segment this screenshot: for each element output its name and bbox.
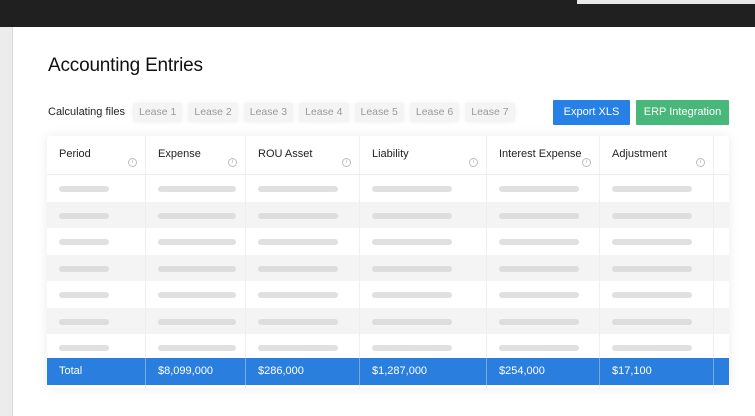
skeleton-placeholder xyxy=(258,292,338,298)
skeleton-placeholder xyxy=(59,212,109,219)
table-row xyxy=(47,307,729,334)
table-row xyxy=(47,281,729,307)
table-row xyxy=(47,201,729,228)
skeleton-placeholder xyxy=(372,186,452,192)
column-header-rou-asset[interactable]: ROU Asset i xyxy=(246,136,360,174)
table-row xyxy=(47,175,729,201)
column-divider xyxy=(359,136,360,388)
skeleton-placeholder xyxy=(158,345,236,351)
tab-lease-5[interactable]: Lease 5 xyxy=(354,103,404,122)
skeleton-placeholder xyxy=(499,186,579,192)
skeleton-placeholder xyxy=(499,265,579,272)
info-icon[interactable]: i xyxy=(696,158,705,167)
calculating-files-label: Calculating files xyxy=(48,106,126,118)
tab-lease-6[interactable]: Lease 6 xyxy=(409,103,460,122)
column-header-liability[interactable]: Liability i xyxy=(360,136,487,174)
skeleton-placeholder xyxy=(59,265,109,272)
accounting-entries-table: Period i Expense i ROU Asset i Liability… xyxy=(47,136,729,388)
skeleton-placeholder xyxy=(59,345,109,351)
total-row: Total $8,099,000 $286,000 $1,287,000 $25… xyxy=(47,358,729,385)
skeleton-placeholder xyxy=(499,212,579,219)
skeleton-placeholder xyxy=(612,239,692,245)
skeleton-placeholder xyxy=(372,292,452,298)
skeleton-placeholder xyxy=(158,239,236,245)
skeleton-placeholder xyxy=(372,212,452,219)
tab-lease-3[interactable]: Lease 3 xyxy=(243,103,294,122)
skeleton-placeholder xyxy=(59,186,109,192)
table-header: Period i Expense i ROU Asset i Liability… xyxy=(47,136,729,175)
page-title: Accounting Entries xyxy=(48,55,203,76)
top-bar xyxy=(0,0,755,27)
skeleton-placeholder xyxy=(612,265,692,272)
column-divider xyxy=(713,136,714,388)
skeleton-placeholder xyxy=(612,186,692,192)
skeleton-placeholder xyxy=(612,318,692,325)
skeleton-placeholder xyxy=(158,318,236,325)
skeleton-placeholder xyxy=(258,345,338,351)
skeleton-placeholder xyxy=(59,239,109,245)
skeleton-placeholder xyxy=(372,345,452,351)
tab-lease-4[interactable]: Lease 4 xyxy=(299,103,349,122)
info-icon[interactable]: i xyxy=(469,158,478,167)
total-adjustment-cell: $17,100 xyxy=(600,358,714,385)
top-bar-highlight xyxy=(577,0,755,4)
skeleton-placeholder xyxy=(499,345,579,351)
skeleton-placeholder xyxy=(158,186,236,192)
column-header-period[interactable]: Period i xyxy=(47,136,146,174)
total-liability-cell: $1,287,000 xyxy=(360,358,487,385)
column-divider xyxy=(145,136,146,388)
column-header-adjustment[interactable]: Adjustment i xyxy=(600,136,714,174)
tab-lease-2[interactable]: Lease 2 xyxy=(188,103,238,122)
skeleton-placeholder xyxy=(158,265,236,272)
table-row xyxy=(47,228,729,254)
info-icon[interactable]: i xyxy=(128,158,137,167)
export-xls-button[interactable]: Export XLS xyxy=(553,100,630,125)
total-label-cell: Total xyxy=(47,358,146,385)
total-interest-expense-cell: $254,000 xyxy=(487,358,600,385)
skeleton-placeholder xyxy=(59,318,109,325)
skeleton-placeholder xyxy=(372,239,452,245)
total-rou-asset-cell: $286,000 xyxy=(246,358,360,385)
skeleton-placeholder xyxy=(258,212,338,219)
total-expense-cell: $8,099,000 xyxy=(146,358,246,385)
skeleton-placeholder xyxy=(258,265,338,272)
erp-integration-button[interactable]: ERP Integration xyxy=(636,100,729,125)
table-row xyxy=(47,254,729,281)
tab-lease-7[interactable]: Lease 7 xyxy=(465,103,515,122)
lease-tabs: Lease 1 Lease 2 Lease 3 Lease 4 Lease 5 … xyxy=(133,103,515,122)
skeleton-placeholder xyxy=(612,345,692,351)
column-header-interest-expense[interactable]: Interest Expense i xyxy=(487,136,600,174)
skeleton-placeholder xyxy=(258,239,338,245)
column-header-expense[interactable]: Expense i xyxy=(146,136,246,174)
skeleton-placeholder xyxy=(258,318,338,325)
column-divider xyxy=(245,136,246,388)
skeleton-placeholder xyxy=(499,318,579,325)
skeleton-placeholder xyxy=(612,212,692,219)
info-icon[interactable]: i xyxy=(228,158,237,167)
skeleton-placeholder xyxy=(59,292,109,298)
tab-lease-1[interactable]: Lease 1 xyxy=(133,103,183,122)
skeleton-placeholder xyxy=(372,318,452,325)
content-card: Accounting Entries Calculating files Lea… xyxy=(12,27,755,416)
skeleton-placeholder xyxy=(499,239,579,245)
skeleton-placeholder xyxy=(158,212,236,219)
skeleton-placeholder xyxy=(612,292,692,298)
column-divider xyxy=(599,136,600,388)
skeleton-placeholder xyxy=(372,265,452,272)
column-divider xyxy=(486,136,487,388)
skeleton-placeholder xyxy=(499,292,579,298)
info-icon[interactable]: i xyxy=(342,158,351,167)
info-icon[interactable]: i xyxy=(582,158,591,167)
skeleton-placeholder xyxy=(158,292,236,298)
skeleton-placeholder xyxy=(258,186,338,192)
table-row xyxy=(47,334,729,360)
